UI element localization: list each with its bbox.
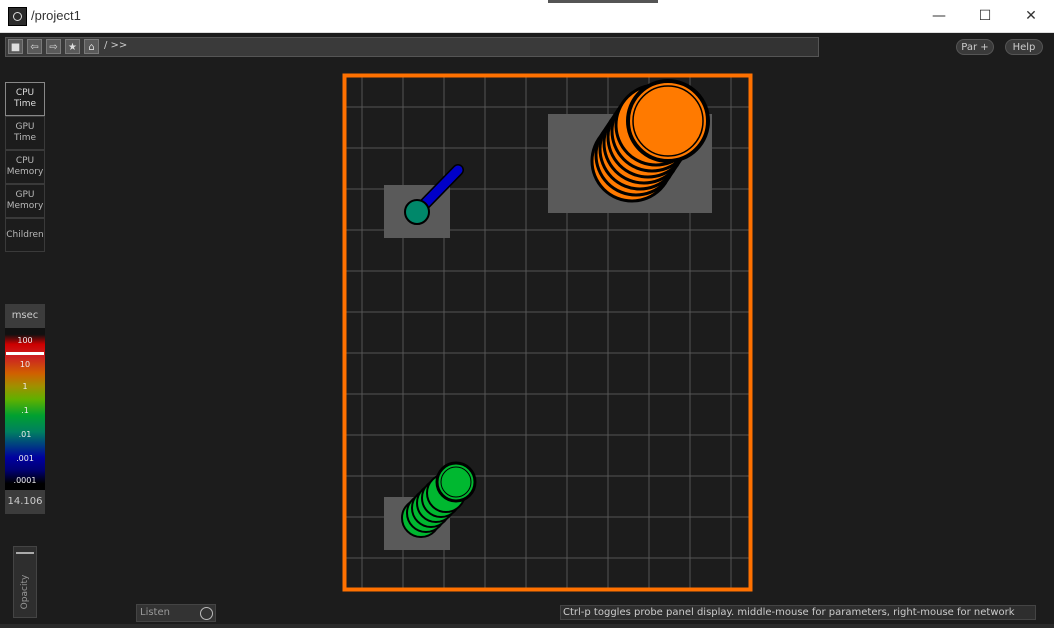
legend-tick: 10 — [19, 360, 31, 369]
status-message: Ctrl-p toggles probe panel display. midd… — [560, 605, 1036, 620]
legend-tick: .1 — [21, 406, 29, 415]
tab-children[interactable]: Children — [5, 218, 45, 252]
window-title: /project1 — [31, 8, 81, 23]
opacity-slider[interactable]: Opacity — [13, 546, 37, 618]
title-divider — [548, 0, 658, 3]
app-icon — [8, 7, 27, 26]
maximize-button[interactable]: ☐ — [962, 0, 1008, 32]
listen-label: Listen — [140, 607, 170, 618]
toolbar: ■ ⇦ ⇨ ★ ⌂ / >> Par + Help — [0, 33, 1054, 61]
stop-icon[interactable]: ■ — [8, 39, 23, 54]
legend-tick: .0001 — [13, 476, 37, 485]
tab-gpu-memory[interactable]: GPU Memory — [5, 184, 45, 218]
legend-current-value: 14.106 — [5, 490, 45, 514]
path-bar: ■ ⇦ ⇨ ★ ⌂ / >> — [5, 37, 819, 57]
tab-gpu-time[interactable]: GPU Time — [5, 116, 45, 150]
legend-tick: 1 — [22, 382, 28, 391]
forward-arrow-icon[interactable]: ⇨ — [46, 39, 61, 54]
legend-tick: .001 — [16, 454, 34, 463]
par-plus-button[interactable]: Par + — [956, 39, 994, 55]
legend-unit: msec — [5, 304, 45, 328]
probe-node-large[interactable] — [548, 79, 712, 213]
tab-cpu-time[interactable]: CPU Time — [5, 82, 45, 116]
bottom-border — [0, 624, 1054, 628]
legend-tick: .01 — [18, 430, 32, 439]
network-path[interactable]: / >> — [104, 40, 127, 51]
orange-time-circle-top[interactable] — [626, 79, 710, 163]
probe-mode-tabs: CPU Time GPU Time CPU Memory GPU Memory … — [5, 82, 45, 252]
legend-value-marker — [6, 352, 44, 355]
green-time-circle-top[interactable] — [435, 461, 477, 503]
back-arrow-icon[interactable]: ⇦ — [27, 39, 42, 54]
time-color-legend: msec 100 10 1 .1 .01 .001 .0001 14.106 — [5, 304, 45, 514]
probe-node-small[interactable] — [384, 164, 464, 238]
legend-gradient: 100 10 1 .1 .01 .001 .0001 — [5, 328, 45, 490]
network-canvas[interactable] — [342, 73, 754, 593]
close-button[interactable]: ✕ — [1008, 0, 1054, 32]
listen-toggle[interactable]: Listen — [136, 604, 216, 622]
path-bar-fill — [590, 38, 818, 56]
window-title-bar: /project1 — ☐ ✕ — [0, 0, 1054, 33]
star-icon[interactable]: ★ — [65, 39, 80, 54]
opacity-label: Opacity — [20, 574, 30, 610]
minimize-button[interactable]: — — [916, 0, 962, 32]
teal-time-circle[interactable] — [404, 199, 430, 225]
opacity-handle[interactable] — [16, 552, 34, 554]
help-button[interactable]: Help — [1005, 39, 1043, 55]
tab-cpu-memory[interactable]: CPU Memory — [5, 150, 45, 184]
listen-indicator-icon[interactable] — [200, 607, 213, 620]
home-icon[interactable]: ⌂ — [84, 39, 99, 54]
legend-tick: 100 — [17, 336, 33, 345]
